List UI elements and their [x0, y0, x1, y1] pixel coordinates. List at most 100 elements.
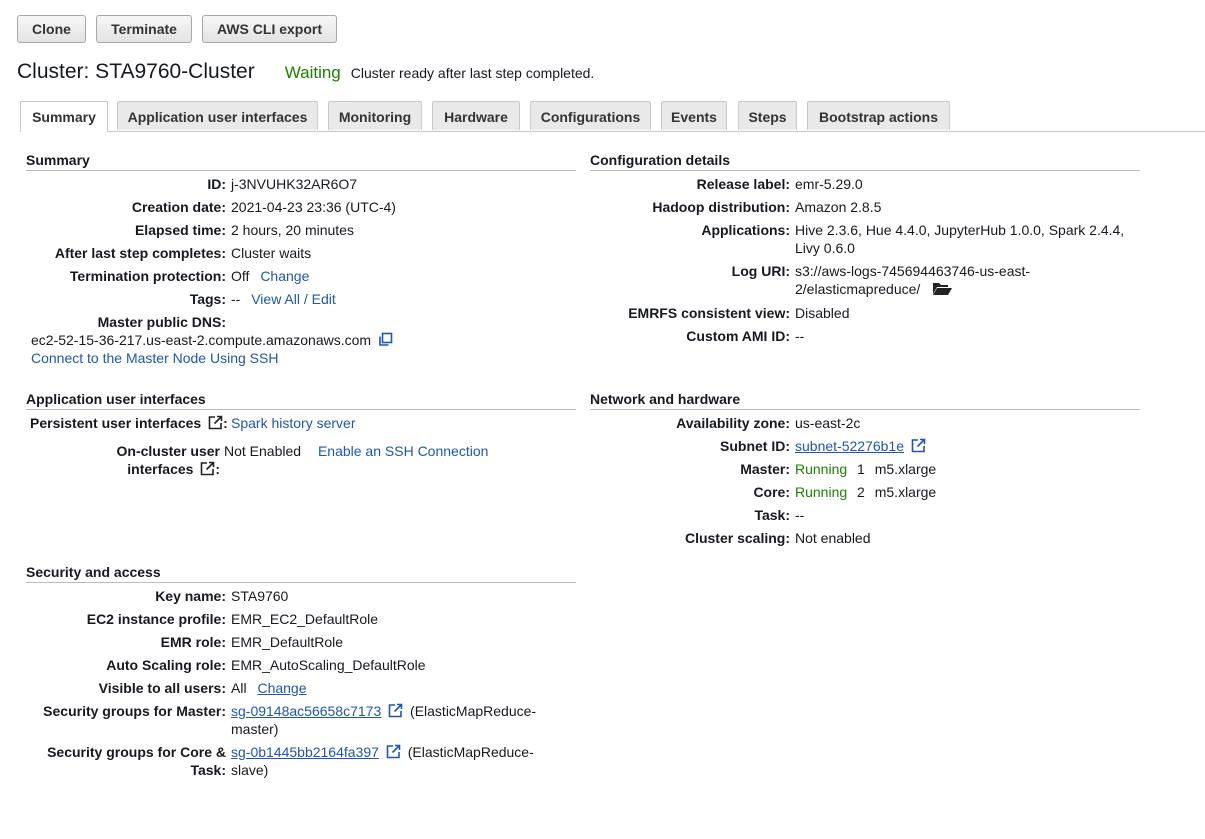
- sg-core-label-1: Security groups for Core &: [47, 744, 226, 760]
- sg-master-desc-2: master): [231, 721, 279, 737]
- availability-zone: us-east-2c: [795, 415, 861, 431]
- log-uri-line-2: 2/elasticmapreduce/: [795, 281, 921, 297]
- visible-to-all-label: Visible to all users:: [98, 680, 226, 696]
- hadoop-distribution: Amazon 2.8.5: [795, 199, 882, 215]
- aws-cli-export-button[interactable]: AWS CLI export: [202, 15, 337, 43]
- sg-core-desc-2: slave): [231, 762, 269, 778]
- status-message: Cluster ready after last step completed.: [350, 65, 595, 81]
- terminate-button[interactable]: Terminate: [96, 15, 192, 43]
- az-label: Availability zone:: [676, 415, 790, 431]
- applications-line-2: Livy 0.6.0: [795, 240, 855, 256]
- release-label-label: Release label:: [696, 176, 790, 192]
- ssh-connect-link-row: Connect to the Master Node Using SSH: [31, 349, 278, 367]
- ec2-profile-label: EC2 instance profile:: [86, 611, 226, 627]
- network-section-title: Network and hardware: [590, 390, 1140, 410]
- master-dns-label: Master public DNS:: [97, 314, 226, 330]
- core-instance-type: m5.xlarge: [874, 484, 937, 500]
- log-uri-label: Log URI:: [731, 263, 790, 279]
- applications-label: Applications:: [701, 222, 790, 238]
- tab-bootstrap-actions[interactable]: Bootstrap actions: [807, 101, 950, 130]
- log-uri-line-1: s3://aws-logs-745694463746-us-east-: [795, 263, 1031, 279]
- master-dns-value: ec2-52-15-36-217.us-east-2.compute.amazo…: [31, 332, 372, 348]
- log-uri-line-2-row: 2/elasticmapreduce/: [795, 280, 953, 300]
- elapsed-time: 2 hours, 20 minutes: [231, 222, 354, 238]
- emrfs-value: Disabled: [795, 305, 850, 321]
- subnet-link[interactable]: subnet-52276b1e: [795, 438, 904, 454]
- visible-to-all-value: All: [231, 680, 247, 696]
- cluster-id: j-3NVUHK32AR6O7: [231, 176, 358, 192]
- termination-protection: Off Change: [231, 267, 309, 285]
- tags: -- View All / Edit: [231, 290, 336, 308]
- cluster-scaling-value: Not enabled: [795, 530, 871, 546]
- sg-core-desc-1: (ElasticMapReduce-: [407, 744, 534, 760]
- termination-protection-label: Termination protection:: [69, 268, 226, 284]
- on-cluster-ui: Not Enabled Enable an SSH Connection: [224, 442, 488, 460]
- autoscaling-role: EMR_AutoScaling_DefaultRole: [231, 657, 426, 673]
- tab-events[interactable]: Events: [661, 101, 727, 130]
- tab-application-user-interfaces[interactable]: Application user interfaces: [117, 101, 318, 130]
- emr-role-label: EMR role:: [160, 634, 226, 650]
- tab-monitoring[interactable]: Monitoring: [328, 101, 422, 130]
- persistent-ui-label-row: Persistent user interfaces :: [30, 415, 228, 431]
- subnet-label: Subnet ID:: [720, 438, 790, 454]
- sg-master-desc-1: (ElasticMapReduce-: [410, 703, 537, 719]
- master-dns: ec2-52-15-36-217.us-east-2.compute.amazo…: [31, 331, 393, 349]
- app-ui-section-title: Application user interfaces: [26, 390, 576, 410]
- external-link-icon[interactable]: [386, 744, 401, 759]
- visible-to-all: All Change: [231, 679, 307, 697]
- task-label: Task:: [754, 507, 790, 523]
- tags-value: --: [231, 291, 241, 307]
- core-label: Core:: [753, 484, 790, 500]
- status-badge: Waiting: [284, 63, 341, 82]
- tab-configurations[interactable]: Configurations: [530, 101, 651, 130]
- key-name-label: Key name:: [155, 588, 226, 604]
- termination-protection-value: Off: [231, 268, 250, 284]
- tab-summary[interactable]: Summary: [20, 101, 108, 132]
- cluster-header: Cluster: STA9760-Cluster Waiting Cluster…: [17, 60, 594, 84]
- summary-section-title: Summary: [26, 151, 576, 171]
- external-link-icon[interactable]: [388, 703, 403, 718]
- spark-history-server-link[interactable]: Spark history server: [231, 415, 355, 431]
- master-instance-type: m5.xlarge: [874, 461, 937, 477]
- custom-ami-value: --: [795, 328, 805, 344]
- after-step-label: After last step completes:: [54, 245, 226, 261]
- external-link-icon: [208, 415, 223, 430]
- sg-core: sg-0b1445bb2164fa397 (ElasticMapReduce-: [231, 743, 534, 761]
- creation-date: 2021-04-23 23:36 (UTC-4): [231, 199, 396, 215]
- on-cluster-ui-value: Not Enabled: [224, 443, 302, 459]
- folder-icon[interactable]: [932, 281, 953, 300]
- elapsed-time-label: Elapsed time:: [134, 222, 226, 238]
- release-label: emr-5.29.0: [795, 176, 863, 192]
- id-label: ID:: [207, 176, 226, 192]
- security-section-title: Security and access: [26, 563, 576, 583]
- sg-master-link[interactable]: sg-09148ac56658c7173: [231, 703, 381, 719]
- emrfs-label: EMRFS consistent view:: [628, 305, 790, 321]
- cluster-scaling-label: Cluster scaling:: [684, 530, 790, 546]
- tab-steps[interactable]: Steps: [738, 101, 797, 130]
- clone-button[interactable]: Clone: [17, 15, 86, 43]
- core-status: Running: [795, 484, 848, 500]
- core-nodes: Running 2 m5.xlarge: [795, 483, 936, 501]
- key-name: STA9760: [231, 588, 289, 604]
- tags-view-edit-link[interactable]: View All / Edit: [251, 291, 336, 307]
- core-count: 2: [857, 484, 865, 500]
- spark-history-row: Spark history server: [231, 414, 355, 432]
- task-value: --: [795, 507, 805, 523]
- copy-icon[interactable]: [378, 332, 393, 347]
- tab-hardware[interactable]: Hardware: [432, 101, 520, 130]
- termination-change-link[interactable]: Change: [260, 268, 309, 284]
- ssh-connect-link[interactable]: Connect to the Master Node Using SSH: [31, 350, 278, 366]
- sg-master: sg-09148ac56658c7173 (ElasticMapReduce-: [231, 702, 536, 720]
- visible-change-link[interactable]: Change: [257, 680, 306, 696]
- persistent-ui-label: Persistent user interfaces: [30, 415, 202, 431]
- toolbar: Clone Terminate AWS CLI export: [17, 15, 337, 43]
- tags-label: Tags:: [189, 291, 226, 307]
- external-link-icon[interactable]: [911, 438, 926, 453]
- on-cluster-ui-label-1: On-cluster user: [116, 443, 220, 459]
- config-section-title: Configuration details: [590, 151, 1140, 171]
- enable-ssh-link[interactable]: Enable an SSH Connection: [318, 443, 488, 459]
- sg-core-link[interactable]: sg-0b1445bb2164fa397: [231, 744, 379, 760]
- master-nodes: Running 1 m5.xlarge: [795, 460, 936, 478]
- autoscaling-role-label: Auto Scaling role:: [106, 657, 226, 673]
- creation-date-label: Creation date:: [131, 199, 226, 215]
